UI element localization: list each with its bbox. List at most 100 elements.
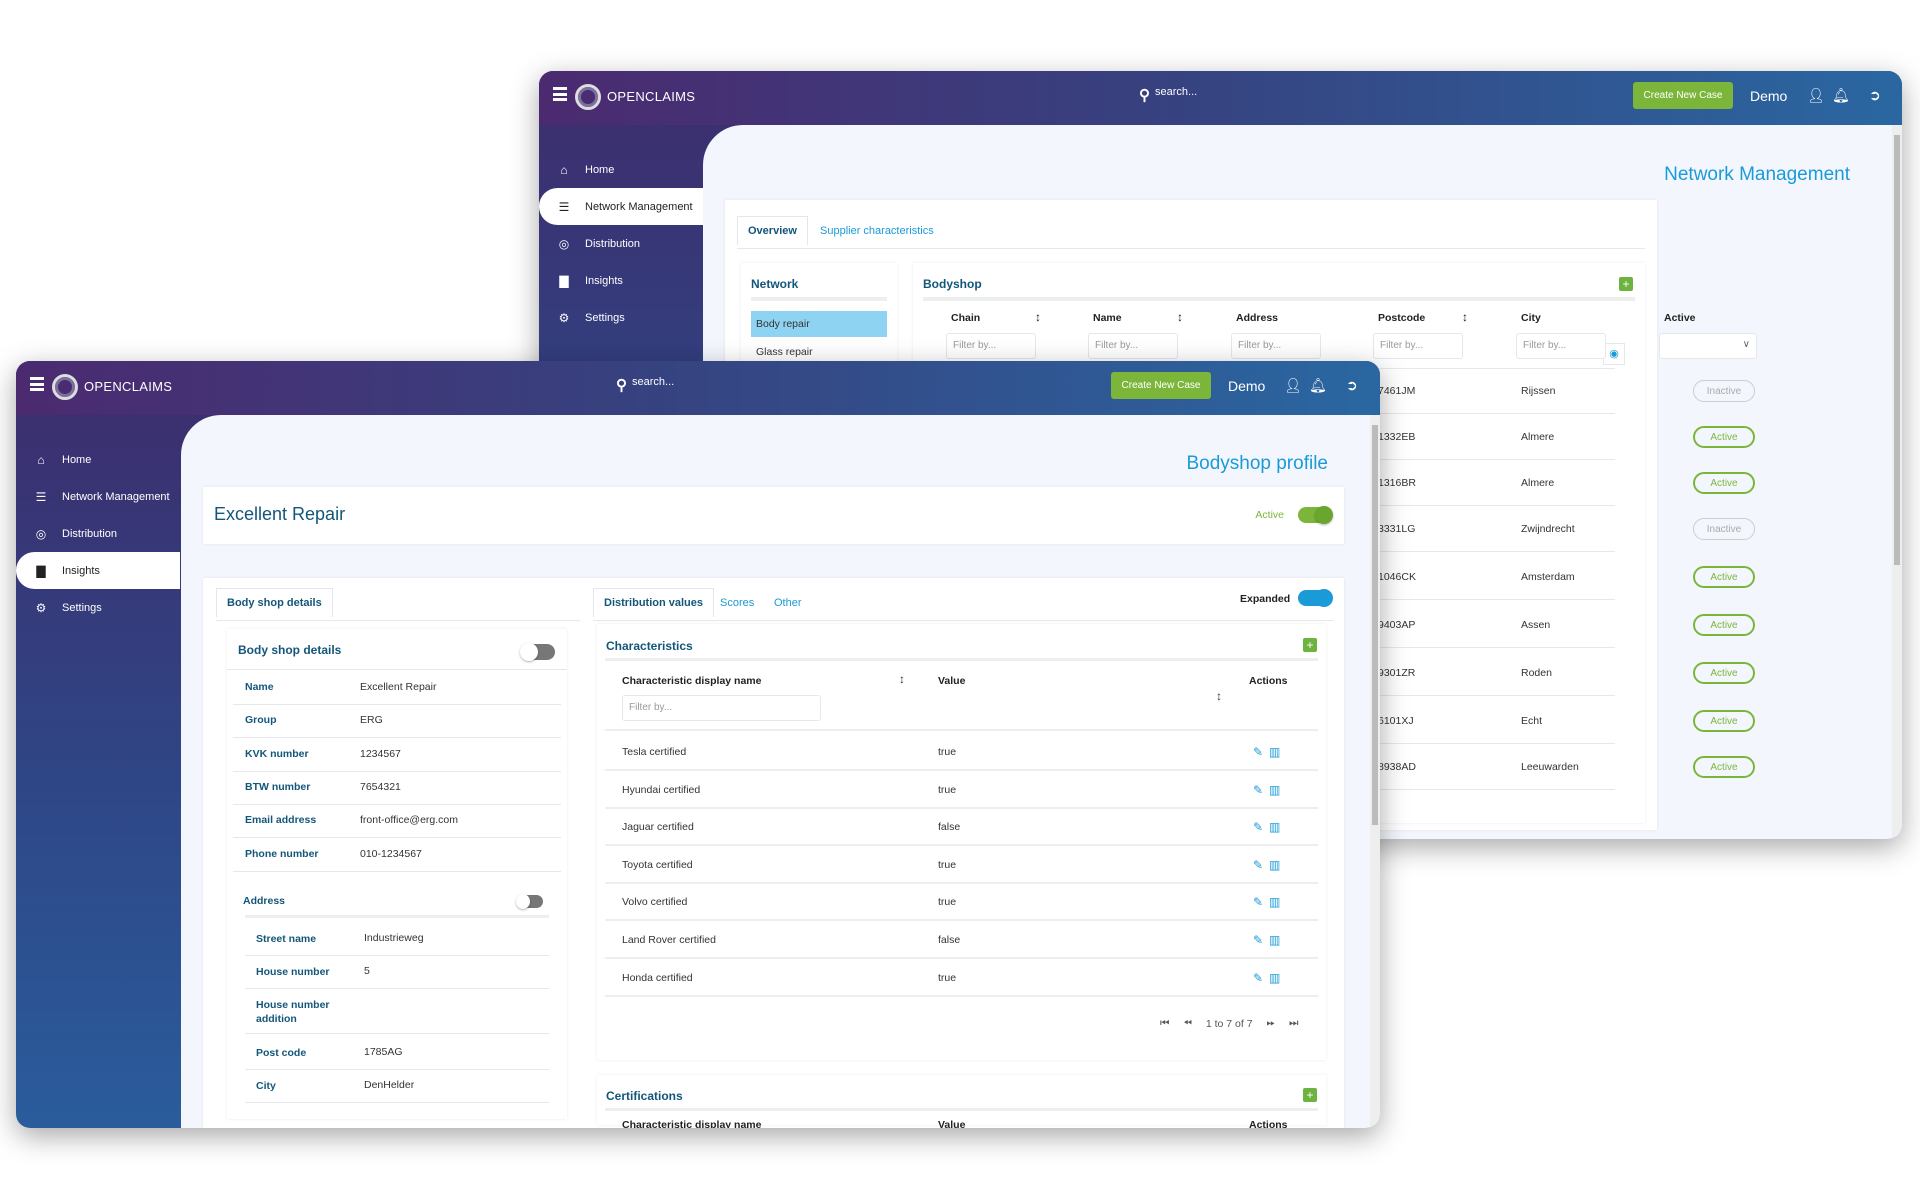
user-icon[interactable]: 👤︎ — [1807, 87, 1825, 104]
add-bodyshop-button[interactable]: + — [1619, 277, 1633, 291]
column-header-name[interactable]: Characteristic display name — [622, 1119, 761, 1128]
status-badge: Active — [1693, 710, 1755, 732]
address-toggle[interactable] — [516, 894, 543, 909]
tab-scores[interactable]: Scores — [720, 597, 754, 609]
edit-icon[interactable]: ✎ — [1253, 933, 1263, 947]
field-value: 010-1234567 — [360, 847, 422, 860]
sidebar-item-settings[interactable]: ⚙ Settings — [16, 589, 180, 626]
column-header-value[interactable]: Value — [938, 675, 965, 687]
bell-icon[interactable]: 🔔︎ — [1832, 87, 1850, 104]
column-header-postcode[interactable]: Postcode — [1378, 312, 1425, 324]
trash-icon[interactable]: ▥ — [1269, 820, 1280, 834]
bell-icon[interactable]: 🔔︎ — [1309, 377, 1327, 394]
details-toggle[interactable] — [520, 643, 555, 661]
sidebar-item-settings[interactable]: ⚙ Settings — [539, 299, 703, 336]
characteristic-value: true — [938, 971, 957, 984]
sidebar-item-label: Network Management — [62, 490, 170, 503]
trash-icon[interactable]: ▥ — [1269, 745, 1280, 759]
tab-other[interactable]: Other — [774, 597, 802, 609]
add-characteristic-button[interactable]: + — [1303, 638, 1317, 652]
sidebar-item-network-management[interactable]: ☰ Network Management — [16, 478, 180, 515]
row-divider — [245, 988, 549, 989]
edit-icon[interactable]: ✎ — [1253, 783, 1263, 797]
edit-icon[interactable]: ✎ — [1253, 895, 1263, 909]
sidebar-item-insights[interactable]: ▇ Insights — [539, 262, 703, 299]
create-new-case-button[interactable]: Create New Case — [1633, 82, 1733, 109]
eye-icon[interactable]: ◉ — [1603, 343, 1625, 365]
filter-city[interactable]: Filter by... — [1516, 333, 1606, 359]
sidebar-item-home[interactable]: ⌂ Home — [16, 441, 180, 478]
name-filter-input[interactable]: Filter by... — [622, 695, 821, 721]
sidebar-item-label: Distribution — [62, 527, 118, 540]
sidebar-item-distribution[interactable]: ◎ Distribution — [16, 515, 180, 552]
logout-icon[interactable]: ➲ — [1346, 377, 1358, 394]
first-page-icon[interactable]: ⏮︎ — [1160, 1017, 1169, 1030]
logout-icon[interactable]: ➲ — [1869, 87, 1881, 104]
sidebar-item-label: Insights — [585, 274, 623, 287]
column-header-name[interactable]: Characteristic display name — [622, 675, 761, 687]
trash-icon[interactable]: ▥ — [1269, 858, 1280, 872]
row-divider — [605, 919, 1318, 922]
filter-postcode[interactable]: Filter by... — [1373, 333, 1463, 359]
tab-overview[interactable]: Overview — [737, 216, 808, 245]
next-page-icon[interactable]: ⏩︎ — [1267, 1017, 1275, 1030]
trash-icon[interactable]: ▥ — [1269, 783, 1280, 797]
edit-icon[interactable]: ✎ — [1253, 971, 1263, 985]
filter-name[interactable]: Filter by... — [1088, 333, 1178, 359]
trash-icon[interactable]: ▥ — [1269, 933, 1280, 947]
edit-icon[interactable]: ✎ — [1253, 858, 1263, 872]
chevron-down-icon: ∨ — [1742, 339, 1750, 350]
shop-name: Excellent Repair — [214, 504, 346, 524]
sidebar-item-network-management[interactable]: ☰ Network Management — [539, 188, 703, 225]
characteristics-title: Characteristics — [606, 639, 693, 653]
sidebar-item-home[interactable]: ⌂ Home — [539, 151, 703, 188]
add-certification-button[interactable]: + — [1303, 1088, 1317, 1102]
menu-icon[interactable] — [30, 377, 44, 391]
tab-supplier-characteristics[interactable]: Supplier characteristics — [820, 225, 934, 237]
postcode-cell: 9403AP — [1378, 619, 1416, 631]
sidebar-item-insights[interactable]: ▇ Insights — [16, 552, 180, 589]
menu-icon[interactable] — [553, 87, 567, 101]
user-icon[interactable]: 👤︎ — [1284, 377, 1302, 394]
sort-icon[interactable]: ↕ — [1035, 310, 1041, 324]
sort-icon[interactable]: ↕ — [1177, 310, 1183, 324]
create-new-case-button[interactable]: Create New Case — [1111, 372, 1211, 399]
search-input[interactable]: ⚲ search... — [616, 376, 674, 394]
row-divider — [605, 844, 1318, 847]
row-divider — [605, 957, 1318, 959]
filter-active-select[interactable]: ∨ — [1659, 333, 1757, 359]
profile-card: Body shop details Body shop details Addr… — [203, 578, 1344, 1128]
status-badge: Active — [1693, 756, 1755, 778]
sidebar-item-distribution[interactable]: ◎ Distribution — [539, 225, 703, 262]
trash-icon[interactable]: ▥ — [1269, 971, 1280, 985]
prev-page-icon[interactable]: ⏪︎ — [1183, 1017, 1191, 1030]
sort-icon[interactable]: ↕ — [899, 672, 905, 686]
address-field-value: 1785AG — [364, 1046, 403, 1058]
column-header-active[interactable]: Active — [1664, 312, 1696, 324]
column-header-address[interactable]: Address — [1236, 312, 1278, 324]
search-input[interactable]: ⚲ search... — [1139, 86, 1197, 104]
filter-address[interactable]: Filter by... — [1231, 333, 1321, 359]
active-toggle[interactable] — [1298, 506, 1333, 524]
edit-icon[interactable]: ✎ — [1253, 820, 1263, 834]
expanded-toggle[interactable] — [1298, 589, 1333, 607]
trash-icon[interactable]: ▥ — [1269, 895, 1280, 909]
tab-distribution-values[interactable]: Distribution values — [593, 588, 715, 617]
column-header-chain[interactable]: Chain — [951, 312, 980, 324]
last-page-icon[interactable]: ⏭︎ — [1289, 1017, 1298, 1030]
active-label: Active — [1255, 509, 1284, 521]
tab-body-shop-details[interactable]: Body shop details — [216, 588, 333, 617]
status-badge: Active — [1693, 566, 1755, 588]
network-item-glass-repair[interactable]: Glass repair — [756, 346, 813, 358]
characteristic-name: Hyundai certified — [622, 783, 701, 796]
column-header-city[interactable]: City — [1521, 312, 1541, 324]
sort-icon[interactable]: ↕ — [1216, 689, 1222, 703]
network-item-body-repair[interactable]: Body repair — [751, 311, 887, 337]
status-badge: Inactive — [1693, 518, 1755, 540]
characteristic-name: Volvo certified — [622, 896, 688, 909]
sort-icon[interactable]: ↕ — [1462, 310, 1468, 324]
edit-icon[interactable]: ✎ — [1253, 745, 1263, 759]
filter-chain[interactable]: Filter by... — [946, 333, 1036, 359]
column-header-value[interactable]: Value — [938, 1119, 965, 1128]
column-header-name[interactable]: Name — [1093, 312, 1122, 324]
